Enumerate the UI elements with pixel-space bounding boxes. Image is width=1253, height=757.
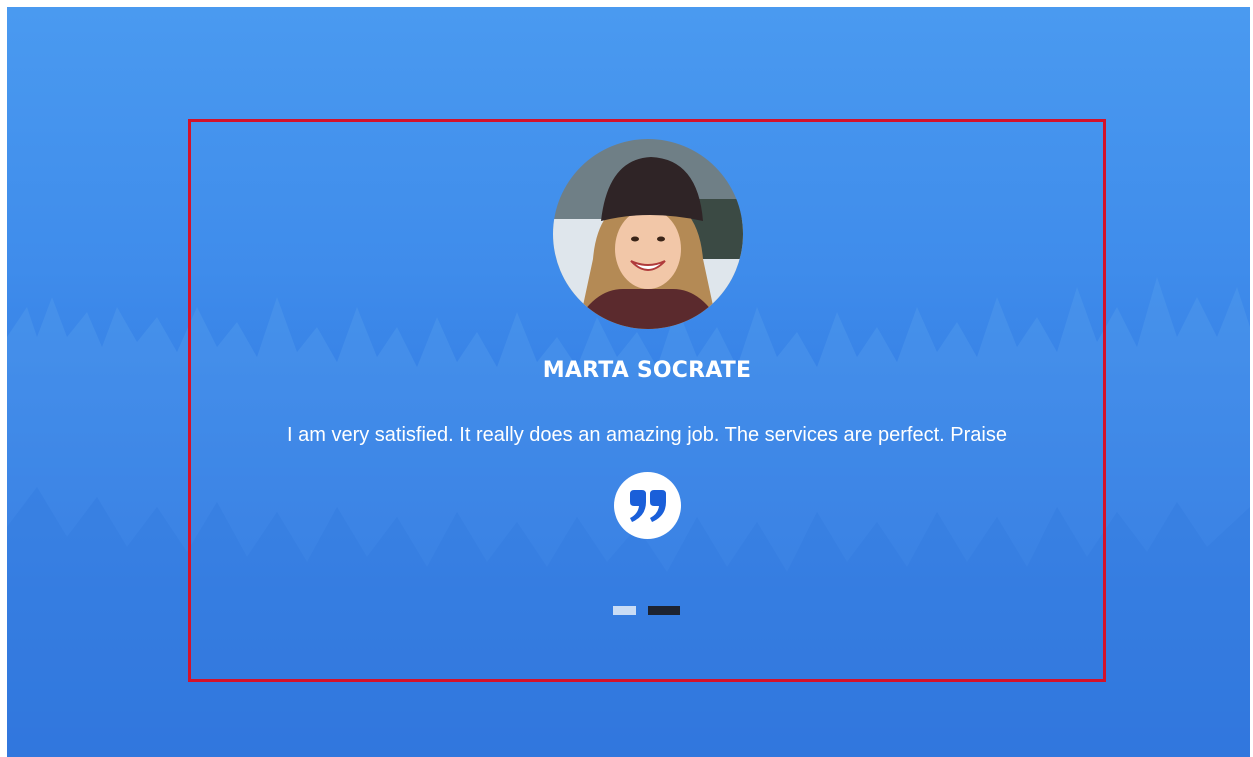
slider-dot-1[interactable] <box>613 606 636 615</box>
slider-pagination <box>613 606 680 615</box>
quote-glyph-icon <box>629 489 666 522</box>
person-photo-icon <box>553 139 743 329</box>
quote-icon <box>614 472 681 539</box>
testimonial-text: I am very satisfied. It really does an a… <box>287 424 1007 446</box>
slider-dot-2[interactable] <box>648 606 680 615</box>
testimonial-section: MARTA SOCRATE I am very satisfied. It re… <box>7 7 1250 757</box>
testimonial-card: MARTA SOCRATE I am very satisfied. It re… <box>188 119 1106 682</box>
person-name: MARTA SOCRATE <box>542 358 752 383</box>
avatar <box>553 139 743 329</box>
